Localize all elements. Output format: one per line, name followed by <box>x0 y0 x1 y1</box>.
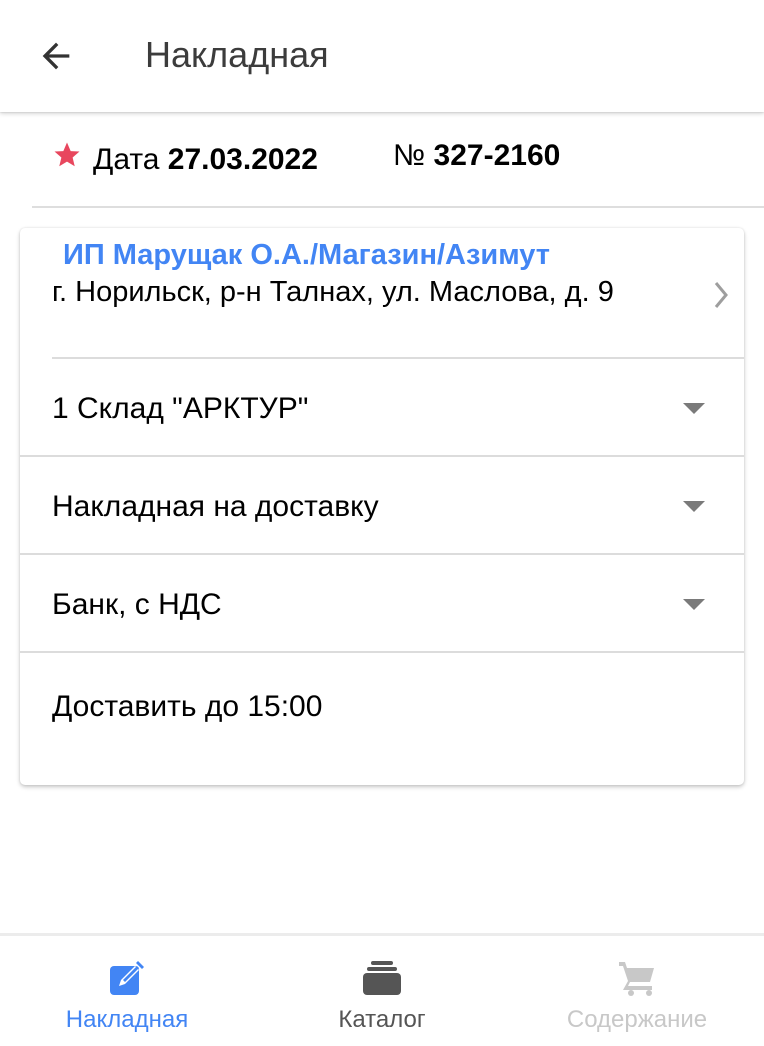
nav-catalog-label: Каталог <box>338 1006 426 1033</box>
nav-contents-label: Содержание <box>566 1006 708 1033</box>
nav-contents[interactable]: Содержание <box>510 936 764 1046</box>
document-number: № 327-2160 <box>393 138 560 174</box>
warehouse-select[interactable]: 1 Склад "АРКТУР" <box>20 359 744 457</box>
cart-icon <box>619 962 654 996</box>
document-date[interactable]: Дата 27.03.2022 <box>93 142 318 178</box>
date-value: 27.03.2022 <box>167 143 318 176</box>
client-selector[interactable]: ИП Марущак О.А./Магазин/Азимут г. Нориль… <box>52 228 744 359</box>
invoice-screen: Накладная Дата 27.03.2022 № 327-2160 ИП … <box>0 0 764 1046</box>
app-bar: Накладная <box>0 0 764 112</box>
date-label: Дата <box>93 143 160 176</box>
dropdown-arrow-icon <box>683 501 705 512</box>
note-field[interactable]: Доставить до 15:00 <box>20 653 744 785</box>
edit-document-icon <box>110 961 144 995</box>
document-details-card: ИП Марущак О.А./Магазин/Азимут г. Нориль… <box>20 228 744 785</box>
chevron-right-icon <box>714 282 728 308</box>
bottom-navigation: Накладная Каталог Содержание <box>0 933 764 1046</box>
warehouse-value: 1 Склад "АРКТУР" <box>52 392 309 425</box>
page-title: Накладная <box>145 34 329 75</box>
dropdown-arrow-icon <box>683 403 705 414</box>
star-icon <box>54 142 80 167</box>
note-value: Доставить до 15:00 <box>52 690 323 723</box>
nav-invoice[interactable]: Накладная <box>0 936 254 1046</box>
document-type-value: Накладная на доставку <box>52 490 379 523</box>
arrow-left-icon <box>42 42 70 70</box>
payment-select[interactable]: Банк, с НДС <box>20 555 744 653</box>
back-button[interactable] <box>26 26 86 86</box>
nav-catalog[interactable]: Каталог <box>255 936 509 1046</box>
document-header: Дата 27.03.2022 № 327-2160 <box>32 130 764 208</box>
payment-value: Банк, с НДС <box>52 588 222 621</box>
number-label: № <box>393 139 426 172</box>
document-type-select[interactable]: Накладная на доставку <box>20 457 744 555</box>
catalog-stack-icon <box>363 961 401 995</box>
dropdown-arrow-icon <box>683 599 705 610</box>
nav-invoice-label: Накладная <box>65 1006 189 1033</box>
number-value: 327-2160 <box>433 139 561 172</box>
client-name: ИП Марущак О.А./Магазин/Азимут <box>63 239 550 271</box>
client-address: г. Норильск, р-н Талнах, ул. Маслова, д.… <box>52 276 614 308</box>
